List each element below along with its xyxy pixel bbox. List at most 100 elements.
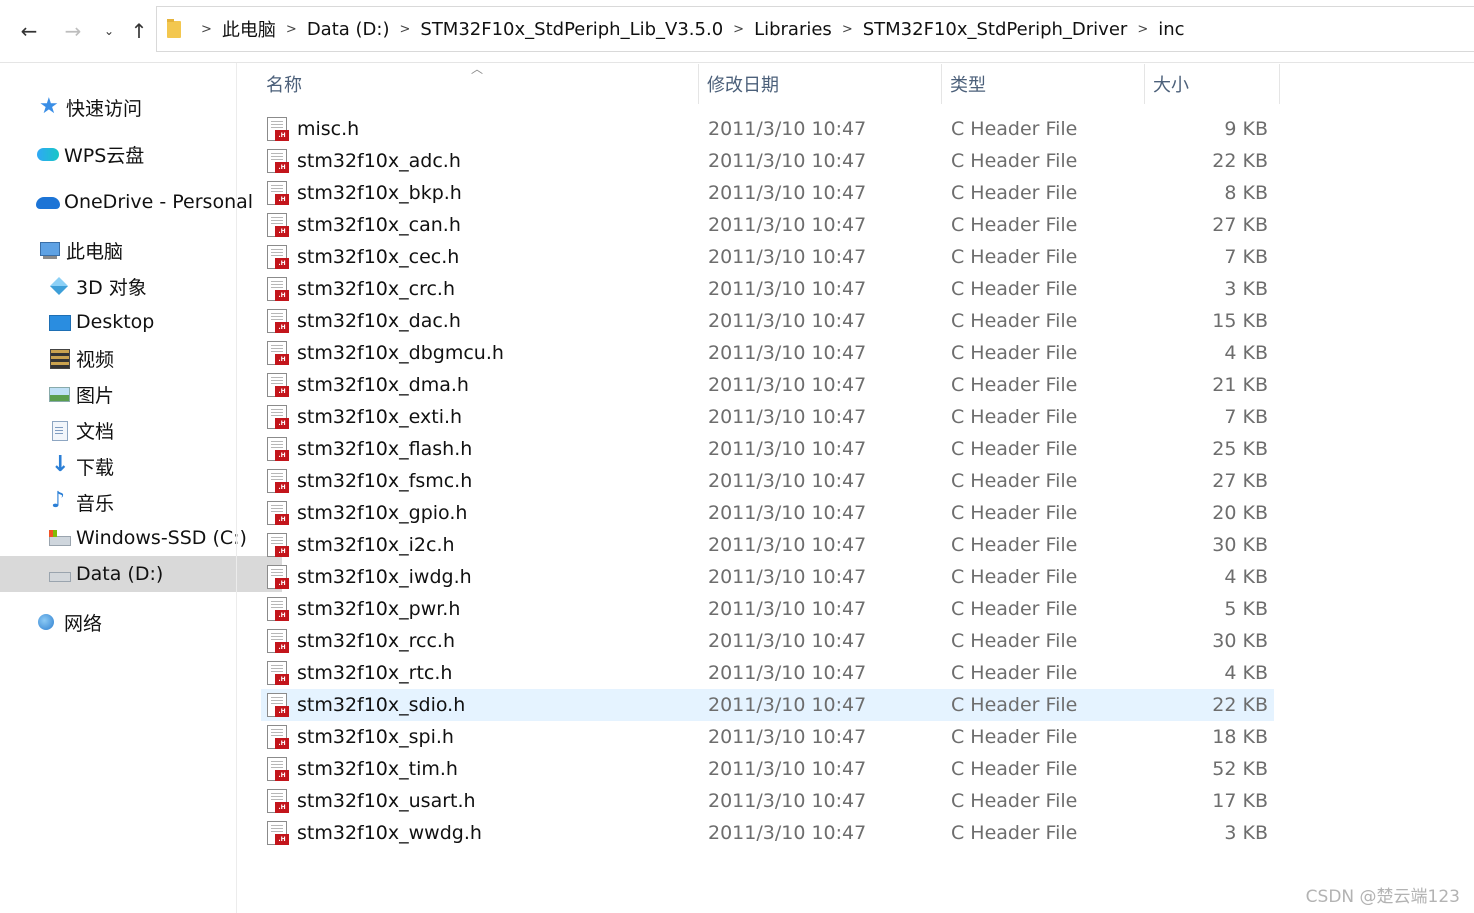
sidebar-item-label: OneDrive - Personal xyxy=(64,191,254,213)
breadcrumb-item-current[interactable]: inc xyxy=(1158,19,1184,40)
sidebar-item-label: WPS云盘 xyxy=(64,144,145,167)
file-name[interactable]: stm32f10x_dac.h xyxy=(297,305,461,337)
breadcrumb-item[interactable]: Libraries xyxy=(754,19,832,40)
file-size: 3 KB xyxy=(1224,278,1268,300)
file-name[interactable]: stm32f10x_i2c.h xyxy=(297,529,455,561)
column-header-name[interactable]: 名称 xyxy=(258,64,698,104)
file-row[interactable]: .H stm32f10x_cec.h 2011/3/10 10:47 C Header… xyxy=(261,241,1274,273)
file-type: C Header File xyxy=(951,566,1078,588)
file-name[interactable]: misc.h xyxy=(297,113,359,145)
file-row[interactable]: .H stm32f10x_can.h 2011/3/10 10:47 C Header… xyxy=(261,209,1274,241)
file-row[interactable]: .H stm32f10x_crc.h 2011/3/10 10:47 C Header… xyxy=(261,273,1274,305)
file-name[interactable]: stm32f10x_gpio.h xyxy=(297,497,467,529)
file-row[interactable]: .H stm32f10x_iwdg.h 2011/3/10 10:47 C Heade… xyxy=(261,561,1274,593)
chevron-right-icon[interactable]: > xyxy=(286,22,297,37)
sidebar-item-onedrive[interactable]: OneDrive - Personal xyxy=(0,184,270,220)
file-name[interactable]: stm32f10x_crc.h xyxy=(297,273,455,305)
sidebar-item-3d-objects[interactable]: 3D 对象 xyxy=(0,268,282,304)
sidebar-item-windows-ssd[interactable]: Windows-SSD (C:) xyxy=(0,520,282,556)
pane-divider[interactable] xyxy=(236,63,237,913)
file-name[interactable]: stm32f10x_exti.h xyxy=(297,401,462,433)
file-row[interactable]: .H stm32f10x_adc.h 2011/3/10 10:47 C Header… xyxy=(261,145,1274,177)
sidebar-item-desktop[interactable]: Desktop xyxy=(0,304,282,340)
chevron-down-icon[interactable]: ⌄ xyxy=(94,14,124,48)
up-arrow-icon[interactable]: ↑ xyxy=(124,14,154,48)
file-row[interactable]: .H stm32f10x_rtc.h 2011/3/10 10:47 C Header… xyxy=(261,657,1274,689)
sidebar-item-music[interactable]: 音乐 xyxy=(0,484,282,520)
sidebar-item-pictures[interactable]: 图片 xyxy=(0,376,282,412)
file-name[interactable]: stm32f10x_fsmc.h xyxy=(297,465,472,497)
file-name[interactable]: stm32f10x_bkp.h xyxy=(297,177,462,209)
file-size: 9 KB xyxy=(1224,118,1268,140)
breadcrumb-item[interactable]: STM32F10x_StdPeriph_Driver xyxy=(863,19,1128,40)
sidebar-item-wps-cloud[interactable]: WPS云盘 xyxy=(0,136,270,172)
chevron-right-icon[interactable]: > xyxy=(842,22,853,37)
document-icon xyxy=(48,420,70,441)
forward-arrow-icon[interactable]: → xyxy=(58,14,88,48)
file-row[interactable]: .H stm32f10x_pwr.h 2011/3/10 10:47 C Header… xyxy=(261,593,1274,625)
chevron-right-icon[interactable]: > xyxy=(399,22,410,37)
sidebar-item-quick-access[interactable]: 快速访问 xyxy=(0,89,272,125)
back-arrow-icon[interactable]: ← xyxy=(14,14,44,48)
chevron-right-icon[interactable]: > xyxy=(201,22,212,37)
file-row[interactable]: .H stm32f10x_tim.h 2011/3/10 10:47 C Header… xyxy=(261,753,1274,785)
file-row[interactable]: .H stm32f10x_dma.h 2011/3/10 10:47 C Header… xyxy=(261,369,1274,401)
sidebar-item-network[interactable]: 网络 xyxy=(0,604,270,640)
sidebar-item-label: 视频 xyxy=(76,348,115,371)
file-row[interactable]: .H stm32f10x_rcc.h 2011/3/10 10:47 C Header… xyxy=(261,625,1274,657)
sidebar-item-documents[interactable]: 文档 xyxy=(0,412,282,448)
sidebar-item-this-pc[interactable]: 此电脑 xyxy=(0,232,272,268)
file-name[interactable]: stm32f10x_cec.h xyxy=(297,241,459,273)
column-header-type[interactable]: 类型 xyxy=(942,64,1144,104)
breadcrumb-item[interactable]: Data (D:) xyxy=(307,19,390,40)
file-name[interactable]: stm32f10x_usart.h xyxy=(297,785,476,817)
file-name[interactable]: stm32f10x_spi.h xyxy=(297,721,454,753)
file-name[interactable]: stm32f10x_rcc.h xyxy=(297,625,455,657)
file-name[interactable]: stm32f10x_tim.h xyxy=(297,753,458,785)
file-row[interactable]: .H stm32f10x_dac.h 2011/3/10 10:47 C Header… xyxy=(261,305,1274,337)
file-name[interactable]: stm32f10x_dma.h xyxy=(297,369,469,401)
sidebar-item-data-d[interactable]: Data (D:) xyxy=(0,556,282,592)
file-type: C Header File xyxy=(951,534,1078,556)
address-bar[interactable]: > 此电脑 > Data (D:) > STM32F10x_StdPeriph_… xyxy=(156,6,1474,52)
file-type-badge: .H xyxy=(275,482,289,493)
breadcrumb-item[interactable]: STM32F10x_StdPeriph_Lib_V3.5.0 xyxy=(420,19,723,40)
file-name[interactable]: stm32f10x_pwr.h xyxy=(297,593,460,625)
file-name[interactable]: stm32f10x_rtc.h xyxy=(297,657,452,689)
file-row[interactable]: .H stm32f10x_dbgmcu.h 2011/3/10 10:47 C Hea… xyxy=(261,337,1274,369)
chevron-right-icon[interactable]: > xyxy=(1137,22,1148,37)
file-row[interactable]: .H stm32f10x_usart.h 2011/3/10 10:47 C Head… xyxy=(261,785,1274,817)
file-row[interactable]: .H stm32f10x_wwdg.h 2011/3/10 10:47 C Heade… xyxy=(261,817,1274,849)
file-row[interactable]: .H stm32f10x_i2c.h 2011/3/10 10:47 C Header… xyxy=(261,529,1274,561)
file-size: 30 KB xyxy=(1212,534,1268,556)
file-name[interactable]: stm32f10x_iwdg.h xyxy=(297,561,472,593)
header-file-icon: .H xyxy=(267,821,289,846)
file-row[interactable]: .H stm32f10x_bkp.h 2011/3/10 10:47 C Header… xyxy=(261,177,1274,209)
file-row[interactable]: .H stm32f10x_sdio.h 2011/3/10 10:47 C Heade… xyxy=(261,689,1274,721)
column-header-size[interactable]: 大小 xyxy=(1145,64,1280,104)
file-modified-date: 2011/3/10 10:47 xyxy=(708,758,867,780)
sidebar-item-downloads[interactable]: 下载 xyxy=(0,448,282,484)
file-row[interactable]: .H stm32f10x_exti.h 2011/3/10 10:47 C Heade… xyxy=(261,401,1274,433)
file-row[interactable]: .H stm32f10x_gpio.h 2011/3/10 10:47 C Heade… xyxy=(261,497,1274,529)
sidebar-item-videos[interactable]: 视频 xyxy=(0,340,282,376)
file-name[interactable]: stm32f10x_can.h xyxy=(297,209,461,241)
chevron-right-icon[interactable]: > xyxy=(733,22,744,37)
sidebar-item-label: 下载 xyxy=(76,456,115,479)
file-name[interactable]: stm32f10x_wwdg.h xyxy=(297,817,482,849)
column-header-modified[interactable]: 修改日期 xyxy=(699,64,941,104)
file-name[interactable]: stm32f10x_adc.h xyxy=(297,145,461,177)
sidebar-item-label: 文档 xyxy=(76,420,115,443)
file-size: 22 KB xyxy=(1212,150,1268,172)
file-size: 27 KB xyxy=(1212,470,1268,492)
column-divider[interactable] xyxy=(1279,64,1280,104)
file-name[interactable]: stm32f10x_dbgmcu.h xyxy=(297,337,504,369)
file-row[interactable]: .H stm32f10x_spi.h 2011/3/10 10:47 C Header… xyxy=(261,721,1274,753)
file-modified-date: 2011/3/10 10:47 xyxy=(708,438,867,460)
file-name[interactable]: stm32f10x_sdio.h xyxy=(297,689,465,721)
file-row[interactable]: .H stm32f10x_flash.h 2011/3/10 10:47 C Head… xyxy=(261,433,1274,465)
breadcrumb-item[interactable]: 此电脑 xyxy=(222,16,276,42)
file-row[interactable]: .H misc.h 2011/3/10 10:47 C Header File 9 KB xyxy=(261,113,1274,145)
file-name[interactable]: stm32f10x_flash.h xyxy=(297,433,472,465)
file-row[interactable]: .H stm32f10x_fsmc.h 2011/3/10 10:47 C Heade… xyxy=(261,465,1274,497)
